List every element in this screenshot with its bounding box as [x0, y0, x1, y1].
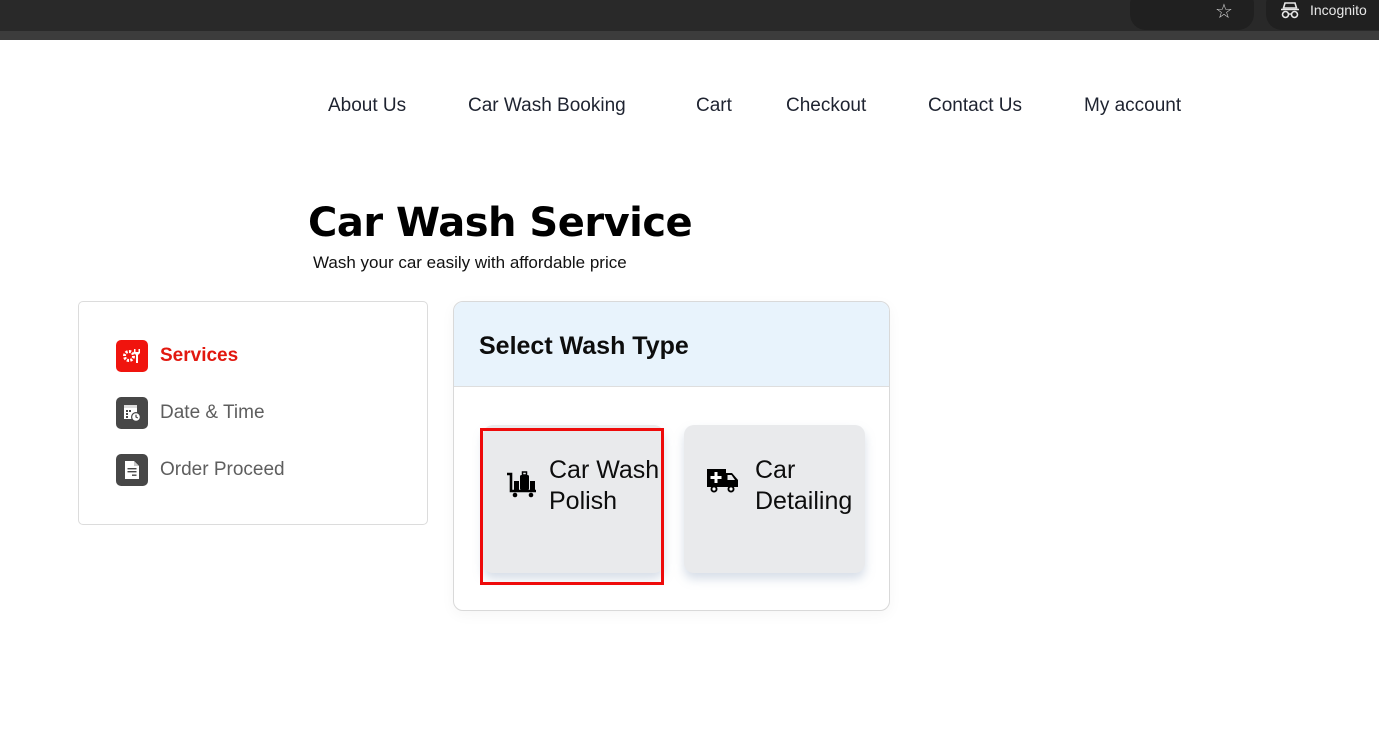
step-label: Date & Time — [160, 402, 265, 423]
nav-contact-us[interactable]: Contact Us — [928, 92, 1022, 120]
nav-car-wash-booking[interactable]: Car Wash Booking — [468, 92, 626, 120]
incognito-icon — [1281, 2, 1299, 19]
incognito-label[interactable]: Incognito — [1310, 1, 1367, 19]
star-icon[interactable]: ☆ — [1213, 0, 1235, 22]
step-label: Services — [160, 345, 239, 366]
option-label: Car Wash Polish — [549, 456, 660, 515]
panel-title: Select Wash Type — [479, 332, 689, 360]
step-order-proceed[interactable]: Order Proceed — [116, 454, 285, 486]
page-subtitle: Wash your car easily with affordable pri… — [313, 253, 627, 272]
bookmark-pill — [1130, 0, 1254, 30]
nav-my-account[interactable]: My account — [1084, 92, 1181, 120]
calendar-clock-icon — [116, 397, 148, 429]
luggage-cart-icon — [507, 471, 536, 498]
step-services[interactable]: Services — [116, 340, 238, 372]
nav-cart[interactable]: Cart — [696, 92, 732, 120]
document-icon — [116, 454, 148, 486]
option-car-detailing[interactable]: Car Detailing — [684, 425, 865, 573]
main-nav: About Us Car Wash Booking Cart Checkout … — [0, 92, 1379, 120]
tools-gear-icon — [116, 340, 148, 372]
ambulance-truck-icon — [707, 469, 738, 493]
nav-about-us[interactable]: About Us — [328, 92, 406, 120]
option-label: Car Detailing — [755, 456, 853, 515]
step-label: Order Proceed — [160, 459, 285, 480]
browser-toolbar-edge — [0, 31, 1379, 40]
nav-checkout[interactable]: Checkout — [786, 92, 866, 120]
browser-toolbar — [0, 0, 1379, 31]
page-title: Car Wash Service — [308, 200, 693, 246]
option-car-wash-polish[interactable]: Car Wash Polish — [483, 425, 664, 573]
step-date-time[interactable]: Date & Time — [116, 397, 265, 429]
wash-type-panel: Select Wash Type Car Wash Polish Car Det… — [453, 301, 890, 611]
booking-steps: Services Date & Time Order Proceed — [78, 301, 428, 525]
panel-header: Select Wash Type — [454, 302, 889, 387]
